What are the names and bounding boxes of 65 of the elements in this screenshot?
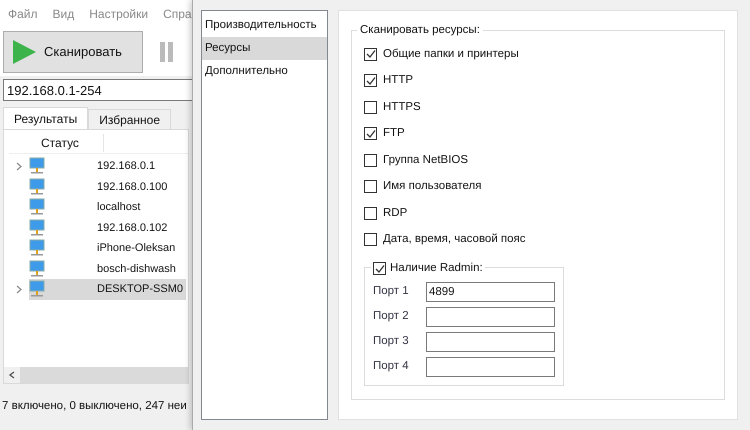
host-name: 192.168.0.102: [97, 220, 168, 236]
checkbox[interactable]: [364, 100, 377, 114]
port-field[interactable]: [426, 332, 555, 352]
menu-item[interactable]: Вид: [52, 5, 74, 23]
option-label: Общие папки и принтеры: [383, 46, 519, 62]
table-row[interactable]: 192.168.0.102: [29, 218, 186, 238]
table-row[interactable]: iPhone-Oleksan: [29, 238, 186, 258]
checkmark-icon: [366, 49, 376, 60]
computer-icon: [29, 198, 45, 216]
category-item[interactable]: Ресурсы: [202, 37, 327, 60]
table-row[interactable]: localhost: [29, 197, 186, 218]
host-name: DESKTOP-SSM0: [97, 282, 183, 297]
scrollbar[interactable]: [4, 367, 188, 383]
checkbox[interactable]: [364, 74, 377, 88]
checkbox[interactable]: [373, 262, 386, 276]
scan-button[interactable]: Сканировать: [3, 31, 143, 73]
category-item[interactable]: Дополнительно: [202, 60, 327, 83]
checkbox[interactable]: [364, 154, 377, 167]
address-field[interactable]: 192.168.0.1-254: [3, 79, 192, 101]
checkbox[interactable]: [364, 233, 377, 246]
computer-icon: [29, 218, 45, 237]
port-label: Порт 4: [373, 359, 410, 374]
port-field[interactable]: [426, 357, 555, 377]
play-icon: [10, 38, 38, 66]
table-row[interactable]: 192.168.0.1: [29, 156, 186, 176]
computer-icon: [29, 157, 45, 176]
option-label: Дата, время, часовой пояс: [383, 232, 526, 248]
computer-icon: [29, 178, 45, 196]
host-name: iPhone-Oleksan: [97, 241, 176, 256]
computer-icon: [29, 239, 45, 258]
option-label: RDP: [383, 206, 408, 221]
tab[interactable]: Результаты: [3, 107, 88, 129]
checkbox[interactable]: [364, 180, 377, 194]
checkmark-icon: [366, 76, 376, 86]
option-label: FTP: [383, 126, 405, 142]
option-label: HTTPS: [383, 100, 421, 115]
menu-item[interactable]: Настройки: [89, 5, 148, 23]
computer-icon: [29, 260, 45, 278]
checkmark-icon: [366, 128, 376, 139]
port-label: Порт 2: [373, 309, 410, 324]
port-label: Порт 3: [373, 334, 410, 350]
option-label: Группа NetBIOS: [383, 152, 468, 168]
radmin-label: Наличие Radmin:: [390, 261, 483, 276]
table-row[interactable]: 192.168.0.100: [29, 176, 186, 197]
menu-item[interactable]: Файл: [8, 5, 38, 23]
status-text: 7 включено, 0 выключено, 247 неи: [2, 399, 187, 414]
table-row[interactable]: bosch-dishwash: [29, 258, 186, 279]
host-name: 192.168.0.100: [97, 180, 168, 194]
category-item[interactable]: Производительность: [202, 14, 327, 37]
checkmark-icon: [374, 264, 384, 274]
checkbox[interactable]: [364, 206, 377, 220]
checkbox[interactable]: [364, 48, 377, 61]
port-field[interactable]: [426, 307, 555, 327]
column-header[interactable]: Статус: [9, 134, 104, 152]
tab[interactable]: Избранное: [88, 109, 172, 129]
checkbox[interactable]: [364, 127, 377, 140]
menu-item[interactable]: Спра: [163, 5, 192, 23]
option-label: Имя пользователя: [383, 179, 482, 194]
host-name: bosch-dishwash: [97, 262, 176, 276]
host-name: localhost: [97, 200, 140, 215]
port-label: Порт 1: [373, 284, 410, 300]
port-field[interactable]: 4899: [426, 282, 555, 302]
host-name: 192.168.0.1: [97, 159, 156, 174]
option-label: HTTP: [383, 73, 414, 88]
computer-icon: [29, 280, 45, 298]
